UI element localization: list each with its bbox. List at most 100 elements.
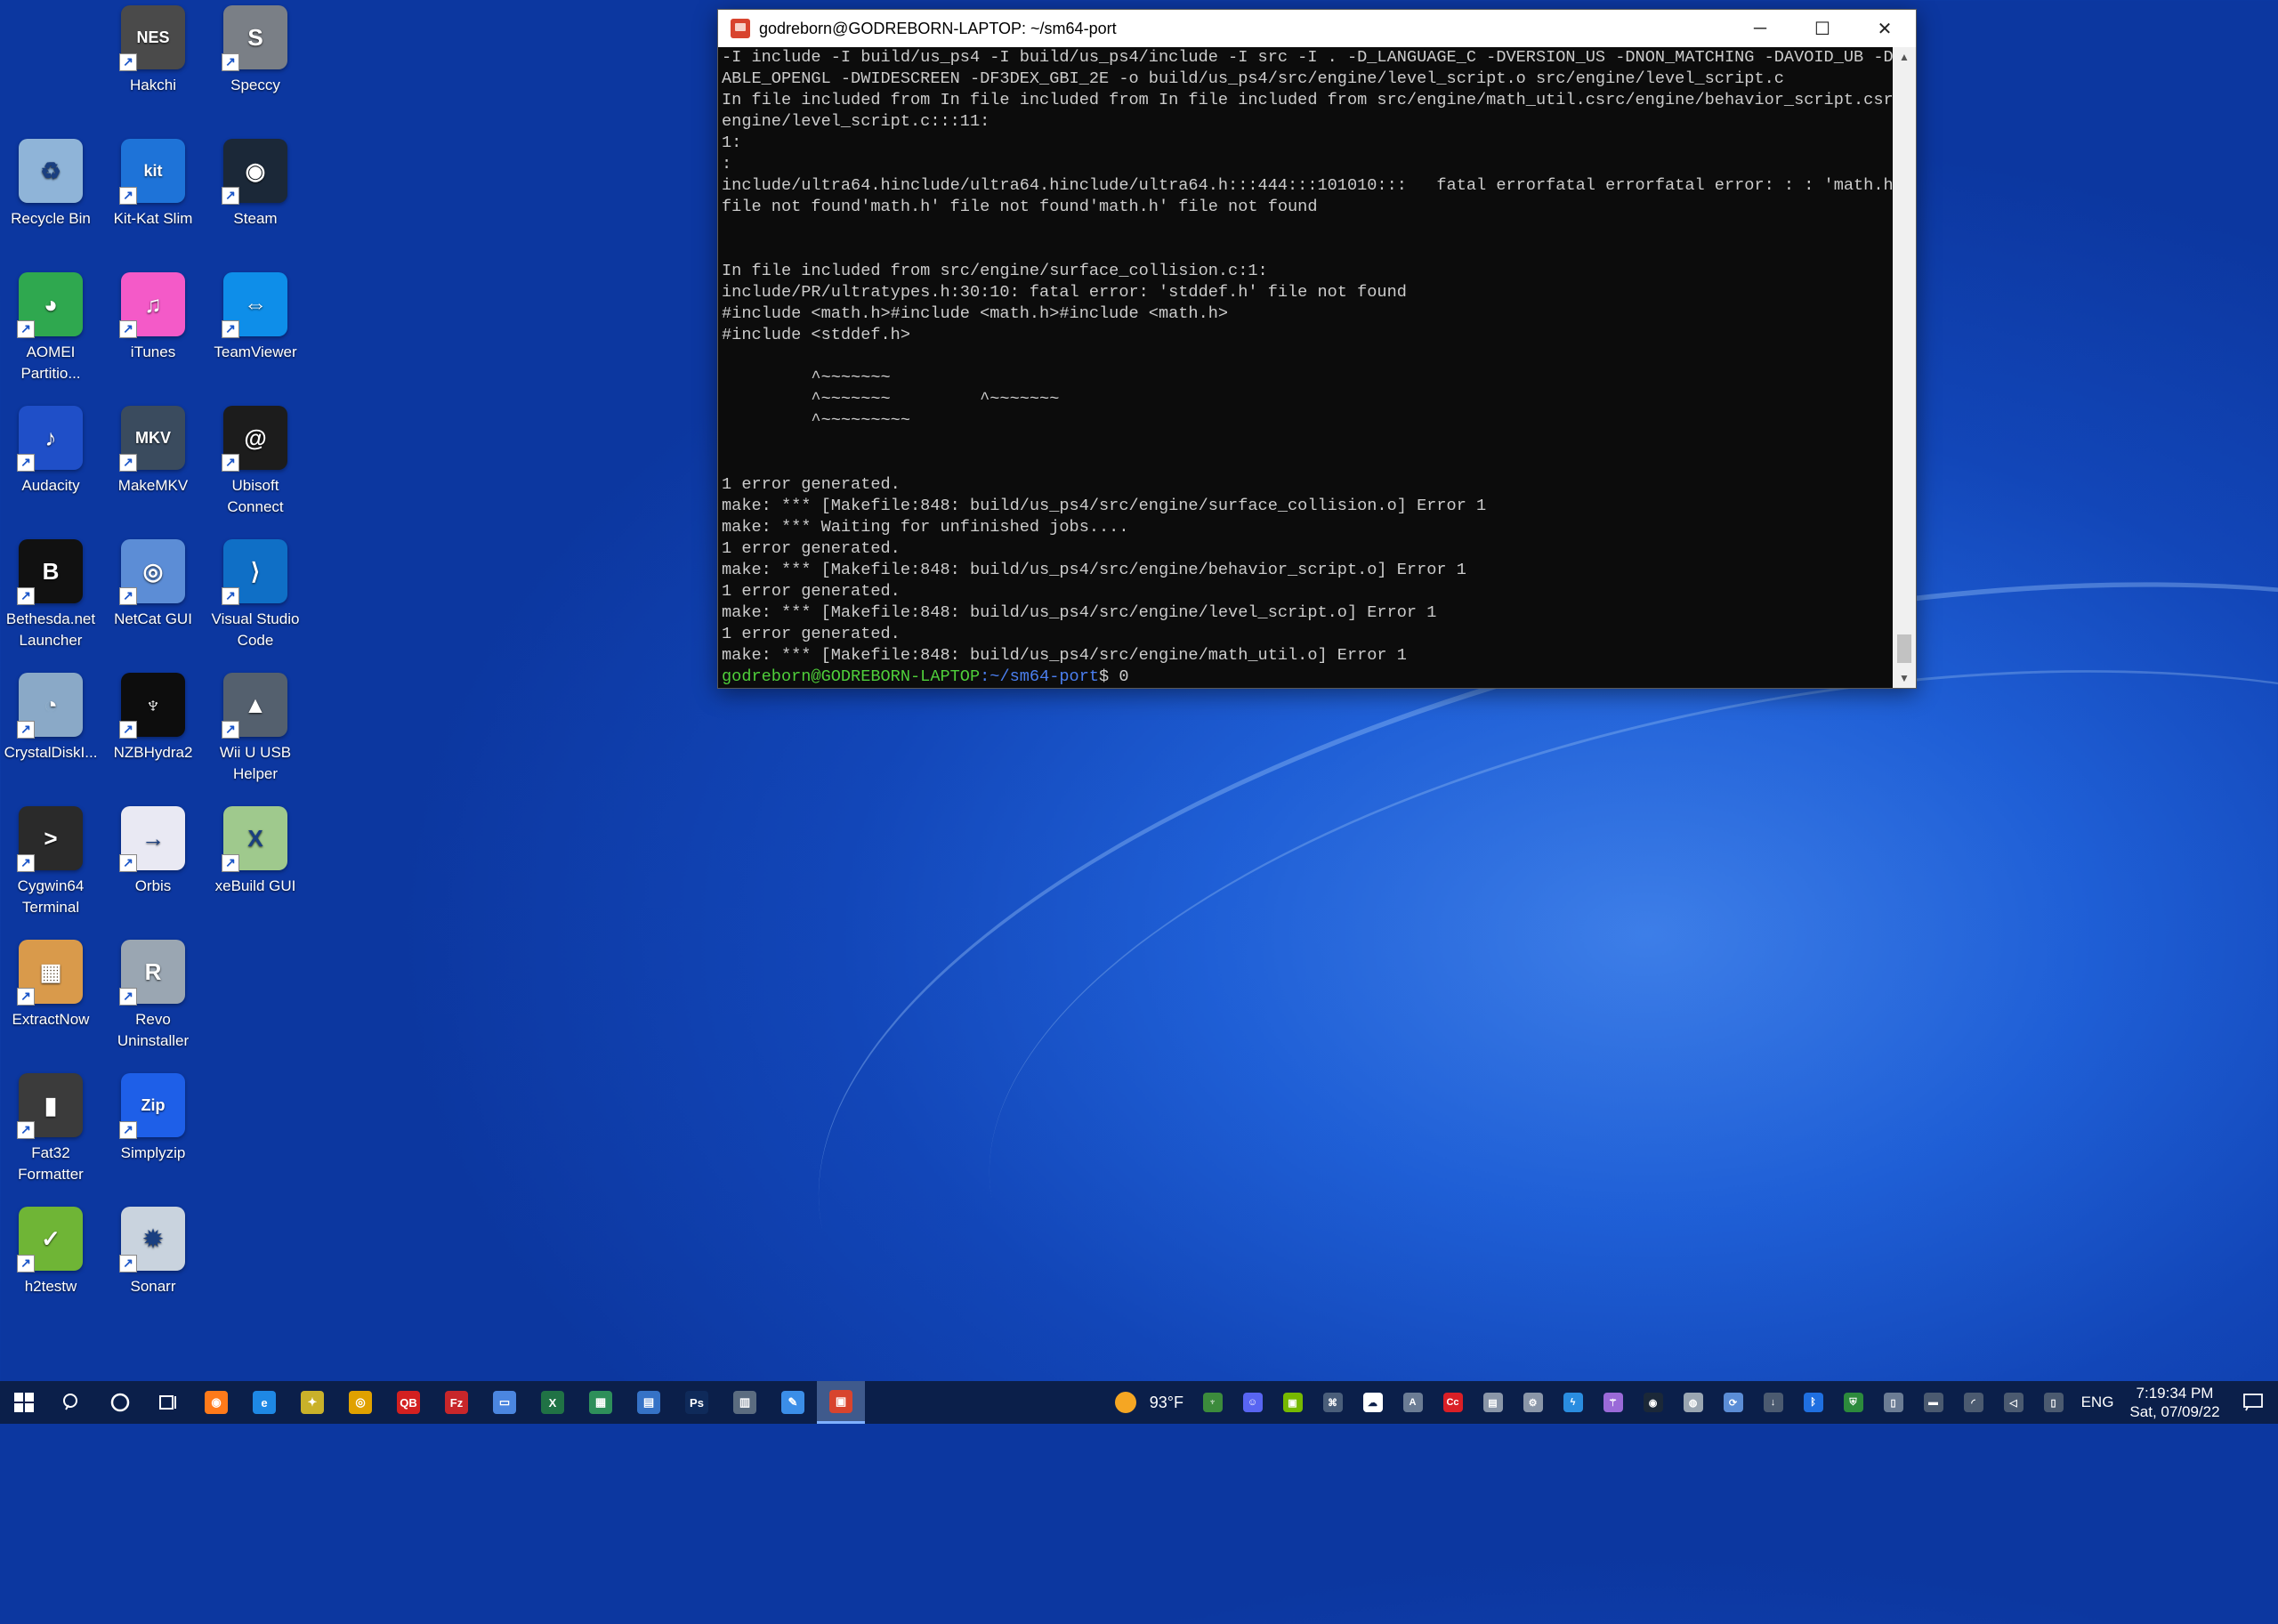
desktop-icon-extractnow[interactable]: ▦ ↗ ExtractNow (0, 936, 101, 1066)
battery-tray-button[interactable]: ▬ (1913, 1381, 1953, 1424)
desktop-icon-fat32-formatter[interactable]: ▮ ↗ Fat32 Formatter (0, 1070, 101, 1200)
taskbar-calculator-button[interactable]: ▥ (721, 1381, 769, 1424)
taskbar-filezilla-button[interactable]: Fz (432, 1381, 481, 1424)
nvidia-tray-button[interactable]: ▣ (1272, 1381, 1313, 1424)
search-button[interactable] (48, 1381, 96, 1424)
taskbar-photoshop-button[interactable]: Ps (673, 1381, 721, 1424)
notifications-button[interactable] (2228, 1381, 2278, 1424)
wifi-tray-button[interactable]: ◜ (1953, 1381, 1993, 1424)
volume-tray-icon: ◁ (2003, 1393, 2024, 1412)
creative-cloud-tray-button[interactable]: Cc (1433, 1381, 1473, 1424)
close-button[interactable]: ✕ (1854, 10, 1916, 47)
desktop-icon-cygwin64-terminal[interactable]: > ↗ Cygwin64 Terminal (0, 803, 101, 933)
desktop-icon-orbis[interactable]: → ↗ Orbis (102, 803, 204, 933)
taskbar-spreadsheet-button[interactable]: ▦ (577, 1381, 625, 1424)
desktop-icon-itunes[interactable]: ♫ ↗ iTunes (102, 269, 204, 399)
calculator-icon: ▥ (733, 1391, 756, 1414)
desktop-icon-wii-u-usb-helper[interactable]: ▲ ↗ Wii U USB Helper (205, 669, 306, 799)
taskbar-hakchi-button[interactable]: ✦ (288, 1381, 336, 1424)
terminal-prompt[interactable]: godreborn@GODREBORN-LAPTOP:~/sm64-port$ … (722, 667, 1889, 688)
thunder-tray-button[interactable]: ϟ (1553, 1381, 1593, 1424)
desktop-icon-bethesda-net-launcher[interactable]: B ↗ Bethesda.net Launcher (0, 536, 101, 666)
scroll-thumb[interactable] (1897, 634, 1911, 663)
onedrive-tray-button[interactable]: ☁ (1353, 1381, 1393, 1424)
desktop-icon-teamviewer[interactable]: ⇔ ↗ TeamViewer (205, 269, 306, 399)
steam-tray-button[interactable]: ◉ (1633, 1381, 1673, 1424)
desktop-icon-sonarr[interactable]: ✹ ↗ Sonarr (102, 1203, 204, 1333)
desktop-icon-label: Recycle Bin (11, 210, 91, 227)
desktop-icon-ubisoft-connect[interactable]: @ ↗ Ubisoft Connect (205, 402, 306, 532)
terminal-line: 1: (722, 133, 742, 152)
download-tray-icon: ↓ (1763, 1393, 1783, 1412)
desktop-icon-nzbhydra2[interactable]: ♆ ↗ NZBHydra2 (102, 669, 204, 799)
desktop-icon-audacity[interactable]: ♪ ↗ Audacity (0, 402, 101, 532)
clock[interactable]: 7:19:34 PM Sat, 07/09/22 (2121, 1384, 2228, 1421)
nzbhydra-tray-button[interactable]: ♆ (1192, 1381, 1232, 1424)
desktop-icon-hakchi[interactable]: NES ↗ Hakchi (102, 2, 204, 132)
terminal-window[interactable]: godreborn@GODREBORN-LAPTOP: ~/sm64-port … (717, 9, 1917, 689)
shortcut-arrow-icon: ↗ (119, 854, 137, 872)
qbittorrent-icon: QB (397, 1391, 420, 1414)
desktop-icon-label: iTunes (130, 343, 176, 360)
font-tray-button[interactable]: A (1393, 1381, 1433, 1424)
title-bar[interactable]: godreborn@GODREBORN-LAPTOP: ~/sm64-port … (718, 10, 1916, 47)
vertical-scrollbar[interactable]: ▲ ▼ (1893, 47, 1916, 688)
desktop-icon-steam[interactable]: ◉ ↗ Steam (205, 135, 306, 265)
desktop-icon-crystaldiski[interactable]: ◔ ↗ CrystalDiskI... (0, 669, 101, 799)
download-tray-button[interactable]: ↓ (1753, 1381, 1793, 1424)
settings-tray-button[interactable]: ⚙ (1513, 1381, 1553, 1424)
desktop-icon-aomei-partitio[interactable]: ◕ ↗ AOMEI Partitio... (0, 269, 101, 399)
taskbar-chrome-button[interactable]: ◎ (336, 1381, 384, 1424)
printer-tray-button[interactable]: ▤ (1473, 1381, 1513, 1424)
shortcut-arrow-icon: ↗ (222, 454, 239, 472)
taskbar-explorer-button[interactable]: ✎ (769, 1381, 817, 1424)
task-view-button[interactable] (144, 1381, 192, 1424)
taskbar-qbittorrent-button[interactable]: QB (384, 1381, 432, 1424)
taskbar-remote-desktop-button[interactable]: ▤ (625, 1381, 673, 1424)
language-indicator[interactable]: ENG (2073, 1394, 2121, 1411)
volume-tray-button[interactable]: ◁ (1993, 1381, 2033, 1424)
network-drive-tray-button[interactable]: ⌘ (1313, 1381, 1353, 1424)
taskbar-ubuntu-terminal-button[interactable]: ▣ (817, 1381, 865, 1424)
desktop-icon-label: Simplyzip (120, 1144, 186, 1161)
desktop-icon-label: Revo Uninstaller (117, 1011, 190, 1049)
desktop-icon-revo-uninstaller[interactable]: R ↗ Revo Uninstaller (102, 936, 204, 1066)
taskbar-firefox-button[interactable]: ◉ (192, 1381, 240, 1424)
bluetooth-tray-button[interactable]: ᛒ (1793, 1381, 1833, 1424)
minimize-button[interactable]: ─ (1729, 10, 1791, 47)
start-button[interactable] (0, 1381, 48, 1424)
desktop-icon-makemkv[interactable]: MKV ↗ MakeMKV (102, 402, 204, 532)
scroll-up-button[interactable]: ▲ (1893, 47, 1916, 67)
terminal-output[interactable]: -I include -I build/us_ps4 -I build/us_p… (718, 47, 1893, 688)
desktop-icon-recycle-bin[interactable]: ♻ Recycle Bin (0, 135, 101, 265)
gamepad-tray-button[interactable]: ◍ (1673, 1381, 1713, 1424)
discord-tray-button[interactable]: ☺ (1232, 1381, 1272, 1424)
maximize-button[interactable]: ☐ (1791, 10, 1854, 47)
taskbar-excel-button[interactable]: X (529, 1381, 577, 1424)
weather-widget[interactable] (1106, 1381, 1146, 1424)
shortcut-arrow-icon: ↗ (119, 587, 137, 605)
taskbar-edge-button[interactable]: e (240, 1381, 288, 1424)
usb-tray-icon: ⚚ (1603, 1393, 1623, 1412)
desktop-icon-xebuild-gui[interactable]: X ↗ xeBuild GUI (205, 803, 306, 933)
terminal-line: make: *** [Makefile:848: build/us_ps4/sr… (722, 561, 1466, 579)
desktop-icon-netcat-gui[interactable]: ◎ ↗ NetCat GUI (102, 536, 204, 666)
pen-tray-button[interactable]: ▯ (2033, 1381, 2073, 1424)
desktop-icon-simplyzip[interactable]: Zip ↗ Simplyzip (102, 1070, 204, 1200)
weather-temperature[interactable]: 93°F (1150, 1394, 1183, 1412)
desktop-icon-h2testw[interactable]: ✓ ↗ h2testw (0, 1203, 101, 1333)
scroll-down-button[interactable]: ▼ (1893, 668, 1916, 688)
desktop-icon-kit-kat-slim[interactable]: kit ↗ Kit-Kat Slim (102, 135, 204, 265)
desktop-icon-visual-studio-code[interactable]: ⟩ ↗ Visual Studio Code (205, 536, 306, 666)
security-tray-button[interactable]: ⛨ (1833, 1381, 1873, 1424)
sync-tray-button[interactable]: ⟳ (1713, 1381, 1753, 1424)
taskbar-window-button[interactable]: ▭ (481, 1381, 529, 1424)
usb-tray-button[interactable]: ⚚ (1593, 1381, 1633, 1424)
speccy-glyph: S (247, 24, 263, 51)
discord-tray-icon: ☺ (1242, 1393, 1263, 1412)
cortana-button[interactable] (96, 1381, 144, 1424)
minimize-icon: ─ (1753, 18, 1767, 38)
desktop-icon-speccy[interactable]: S ↗ Speccy (205, 2, 306, 132)
phone-tray-button[interactable]: ▯ (1873, 1381, 1913, 1424)
